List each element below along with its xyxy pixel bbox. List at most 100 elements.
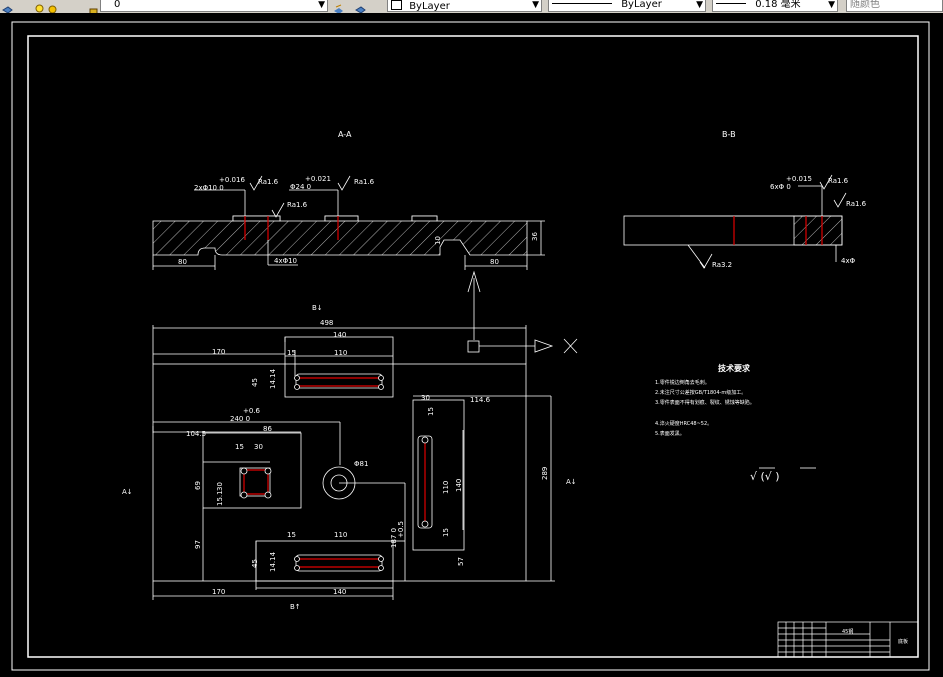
view-label-right: A↓ — [566, 478, 577, 486]
make-current-layer-icon[interactable] — [333, 0, 344, 13]
dim-15b: 15 — [235, 443, 244, 451]
dim-15a: 15 — [287, 349, 296, 357]
section-bb-label: B-B — [722, 130, 736, 139]
dim-170b: 170 — [212, 588, 225, 596]
dim-30c: 30 — [421, 394, 430, 402]
dim-69: 69 — [194, 481, 202, 490]
aa-dia1-text: 2xΦ10 0 — [194, 184, 224, 192]
lock-icon[interactable] — [88, 0, 99, 13]
aa-36-text: 36 — [531, 232, 539, 241]
color-value: ByLayer — [409, 1, 450, 12]
title-block — [777, 621, 919, 658]
aa-ra3-text: Ra1.6 — [287, 201, 308, 209]
drawing-svg: A-A +0.016 2xΦ10 0 +0.021 Φ24 0 Ra1.6 Ra — [11, 21, 930, 671]
dim-498: 498 — [320, 319, 333, 327]
tech-note: 1.零件锐边倒角去毛刺。 — [655, 379, 710, 386]
chevron-down-icon: ▼ — [318, 0, 325, 10]
lineweight-dropdown[interactable]: 0.18 毫米 ▼ — [712, 0, 838, 12]
dim-05: +0.5 — [397, 521, 405, 538]
aa-ra2-text: Ra1.6 — [354, 178, 375, 186]
bb-ra2-text: Ra1.6 — [846, 200, 867, 208]
bb-ra1-text: Ra1.6 — [828, 177, 849, 185]
aa-80a-text: 80 — [178, 258, 187, 266]
plotstyle-dropdown: 随颜色 — [846, 0, 943, 12]
dim-140c: 140 — [455, 479, 463, 492]
sun-icon[interactable] — [47, 0, 58, 13]
dim-1045: 104.5 — [186, 430, 206, 438]
bb-tol-text: +0.015 — [786, 175, 812, 183]
title-block-name: 底板 — [898, 638, 908, 645]
tech-notes: 1.零件锐边倒角去毛刺。 2.未注尺寸公差按GB/T1804-m级加工。 3.零… — [655, 379, 755, 437]
chevron-down-icon: ▼ — [532, 0, 539, 10]
bb-ra3-text: Ra3.2 — [712, 261, 732, 269]
layer-value: 0 — [114, 0, 121, 10]
lightbulb-icon[interactable] — [34, 0, 45, 13]
aa-tol2-text: +0.021 — [305, 175, 331, 183]
tech-note: 3.零件表面不得有划痕、裂纹、锈蚀等缺陷。 — [655, 399, 755, 406]
color-dropdown[interactable]: ByLayer ▼ — [387, 0, 542, 12]
view-direction-arrows — [467, 270, 578, 354]
plotstyle-value: 随颜色 — [850, 0, 880, 10]
section-aa-label: A-A — [338, 130, 352, 139]
tech-note: 5.表面发黑。 — [655, 430, 685, 437]
view-label-bottom: B↑ — [290, 603, 301, 611]
roughness-note: √ (√ ) — [750, 470, 780, 483]
lineweight-value: 0.18 毫米 — [755, 0, 801, 10]
dim-2400: 240 0 — [230, 415, 250, 423]
section-bb-view — [623, 174, 847, 269]
view-label-top: B↓ — [312, 304, 323, 312]
linetype-dropdown[interactable]: ByLayer ▼ — [548, 0, 706, 12]
dim-86: 86 — [263, 425, 272, 433]
dim-15c: 15 — [287, 531, 296, 539]
dim-144b: 14.14 — [269, 551, 277, 572]
dim-140b: 140 — [333, 588, 346, 596]
tech-note: 4.淬火硬度HRC48~52。 — [655, 420, 712, 427]
aa-dia2-text: Φ24 0 — [290, 183, 311, 191]
dim-110b: 110 — [334, 531, 347, 539]
layer-dropdown[interactable]: 0 ▼ — [100, 0, 328, 12]
bb-dia-text: 6xΦ 0 — [770, 183, 791, 191]
chevron-down-icon: ▼ — [696, 0, 703, 10]
dim-110a: 110 — [334, 349, 347, 357]
dim-140a: 140 — [333, 331, 346, 339]
bb-4x-text: 4xΦ — [841, 257, 856, 265]
dim-97: 97 — [194, 540, 202, 549]
linetype-sample — [552, 3, 612, 4]
dim-1146: 114.6 — [470, 396, 491, 404]
dim-110c: 110 — [442, 481, 450, 494]
dim-45b: 45 — [251, 559, 259, 568]
linetype-value: ByLayer — [621, 0, 662, 10]
outer-frame — [11, 21, 930, 671]
dim-81: Φ81 — [354, 460, 368, 468]
layer-previous-icon[interactable] — [355, 0, 366, 13]
aa-10-text: 10 — [434, 236, 442, 245]
dim-151: 15.1 — [216, 490, 224, 506]
chevron-down-icon: ▼ — [828, 0, 835, 10]
lineweight-sample — [716, 3, 746, 4]
dim-289: 289 — [541, 467, 549, 480]
dim-06: +0.6 — [243, 407, 261, 415]
aa-tol1-text: +0.016 — [219, 176, 245, 184]
tech-requirements-title: 技术要求 — [718, 363, 751, 373]
dim-30b: 30 — [216, 482, 224, 491]
dim-1870: 187 0 — [390, 528, 398, 548]
tech-note: 2.未注尺寸公差按GB/T1804-m级加工。 — [655, 389, 746, 396]
dim-30a: 30 — [254, 443, 263, 451]
dim-170a: 170 — [212, 348, 225, 356]
view-label-left: A↓ — [122, 488, 133, 496]
aa-4x10-text: 4xΦ10 — [274, 257, 297, 265]
dim-15d: 15 — [427, 407, 435, 416]
dim-45a: 45 — [251, 378, 259, 387]
drawing-canvas[interactable]: A-A +0.016 2xΦ10 0 +0.021 Φ24 0 Ra1.6 Ra — [0, 13, 943, 677]
title-block-material: 45钢 — [842, 628, 853, 635]
properties-toolbar: 0 ▼ ByLayer ▼ ByLayer ▼ 0.18 毫米 ▼ 随颜色 — [0, 0, 943, 14]
dim-144a: 14.14 — [269, 368, 277, 389]
dim-57: 57 — [457, 557, 465, 566]
section-aa-view — [152, 189, 545, 270]
aa-80b-text: 80 — [490, 258, 499, 266]
aa-ra1-text: Ra1.6 — [258, 178, 279, 186]
color-swatch-icon — [391, 0, 402, 10]
layer-manager-icon[interactable] — [2, 0, 13, 13]
inner-frame — [27, 35, 919, 658]
dim-15e: 15 — [442, 528, 450, 537]
